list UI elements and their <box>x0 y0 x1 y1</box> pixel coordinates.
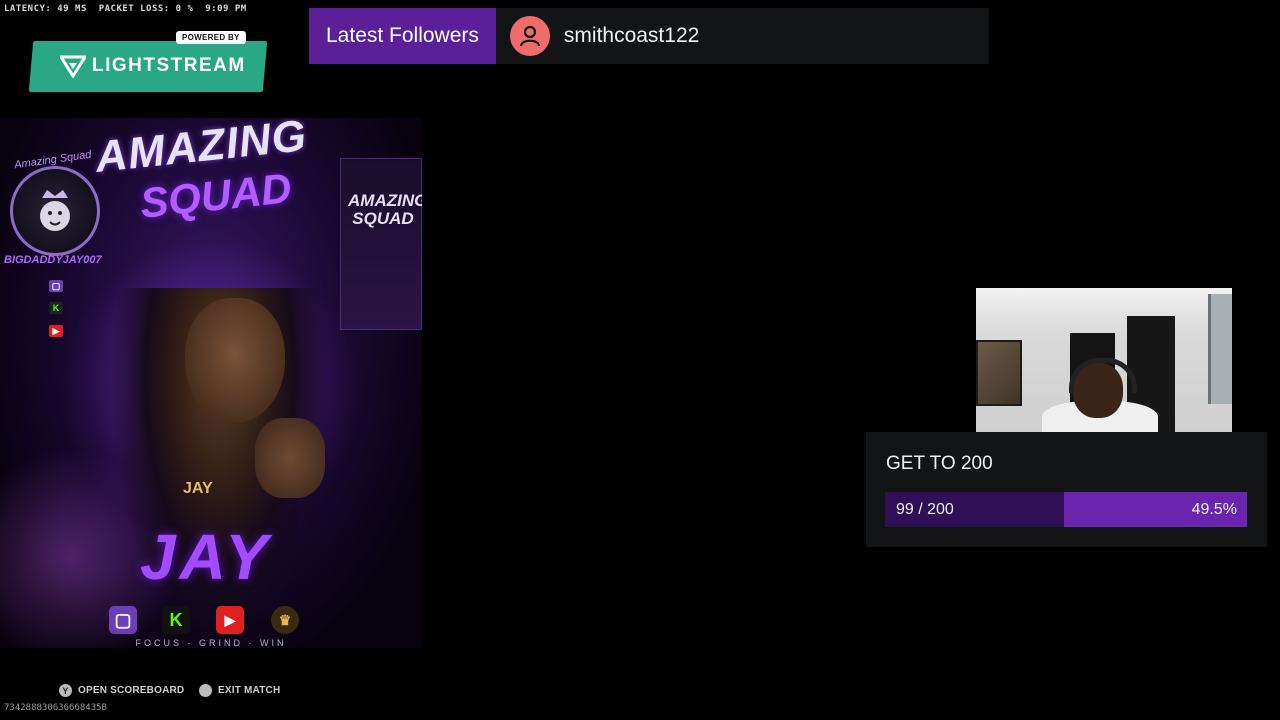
goal-percent: 49.5% <box>1191 501 1237 518</box>
session-id: 734288830636668435B <box>4 703 107 713</box>
goal-count: 99 / 200 <box>896 501 954 518</box>
followers-title: Latest Followers <box>309 8 496 64</box>
poster-hand <box>255 418 325 498</box>
exit-match-label: EXIT MATCH <box>218 685 281 696</box>
poster-face <box>185 298 285 423</box>
brand-name: LIGHTSTREAM <box>92 55 246 76</box>
poster-handle: BIGDADDYJAY007 <box>4 254 102 266</box>
poster-banner <box>340 158 422 330</box>
latest-followers-widget: Latest Followers smithcoast122 <box>309 8 989 64</box>
kick-icon: K <box>162 606 190 634</box>
stream-stats: LATENCY: 49 MS PACKET LOSS: 0 % 9:09 PM <box>4 4 247 14</box>
goal-title: GET TO 200 <box>886 453 993 474</box>
goal-progress-bar: 99 / 200 49.5% <box>885 492 1247 527</box>
kick-icon: K <box>49 302 63 314</box>
youtube-icon: ▶ <box>49 325 63 337</box>
lightstream-logo: LIGHTSTREAM <box>60 54 246 78</box>
powered-by-label: POWERED BY <box>176 31 246 44</box>
lightstream-icon <box>60 55 86 78</box>
wall-art <box>976 340 1022 406</box>
poster-chest-text: JAY <box>183 480 213 497</box>
latest-follower-name: smithcoast122 <box>563 24 700 47</box>
follower-goal-widget: GET TO 200 99 / 200 49.5% <box>866 432 1267 547</box>
exit-match-hint[interactable]: EXIT MATCH <box>199 684 280 697</box>
banner-text: AMAZING SQUAD <box>348 191 422 228</box>
lion-crest-icon: ♛ <box>271 606 299 634</box>
poster-tagline: FOCUS · GRIND · WIN <box>135 638 287 648</box>
user-icon <box>509 16 550 56</box>
open-scoreboard-label: OPEN SCOREBOARD <box>78 685 185 696</box>
youtube-icon: ▶ <box>216 606 244 634</box>
lion-crest-icon <box>10 166 100 256</box>
open-scoreboard-hint[interactable]: Y OPEN SCOREBOARD <box>59 684 184 697</box>
twitch-icon: ▢ <box>49 280 63 292</box>
b-button-icon <box>199 684 212 697</box>
webcam-feed <box>976 288 1232 432</box>
twitch-icon: ▢ <box>109 606 137 634</box>
poster-name: JAY <box>140 521 272 593</box>
y-button-icon: Y <box>59 684 72 697</box>
stream-poster: AMAZING SQUAD Amazing Squad BIGDADDYJAY0… <box>0 118 422 648</box>
